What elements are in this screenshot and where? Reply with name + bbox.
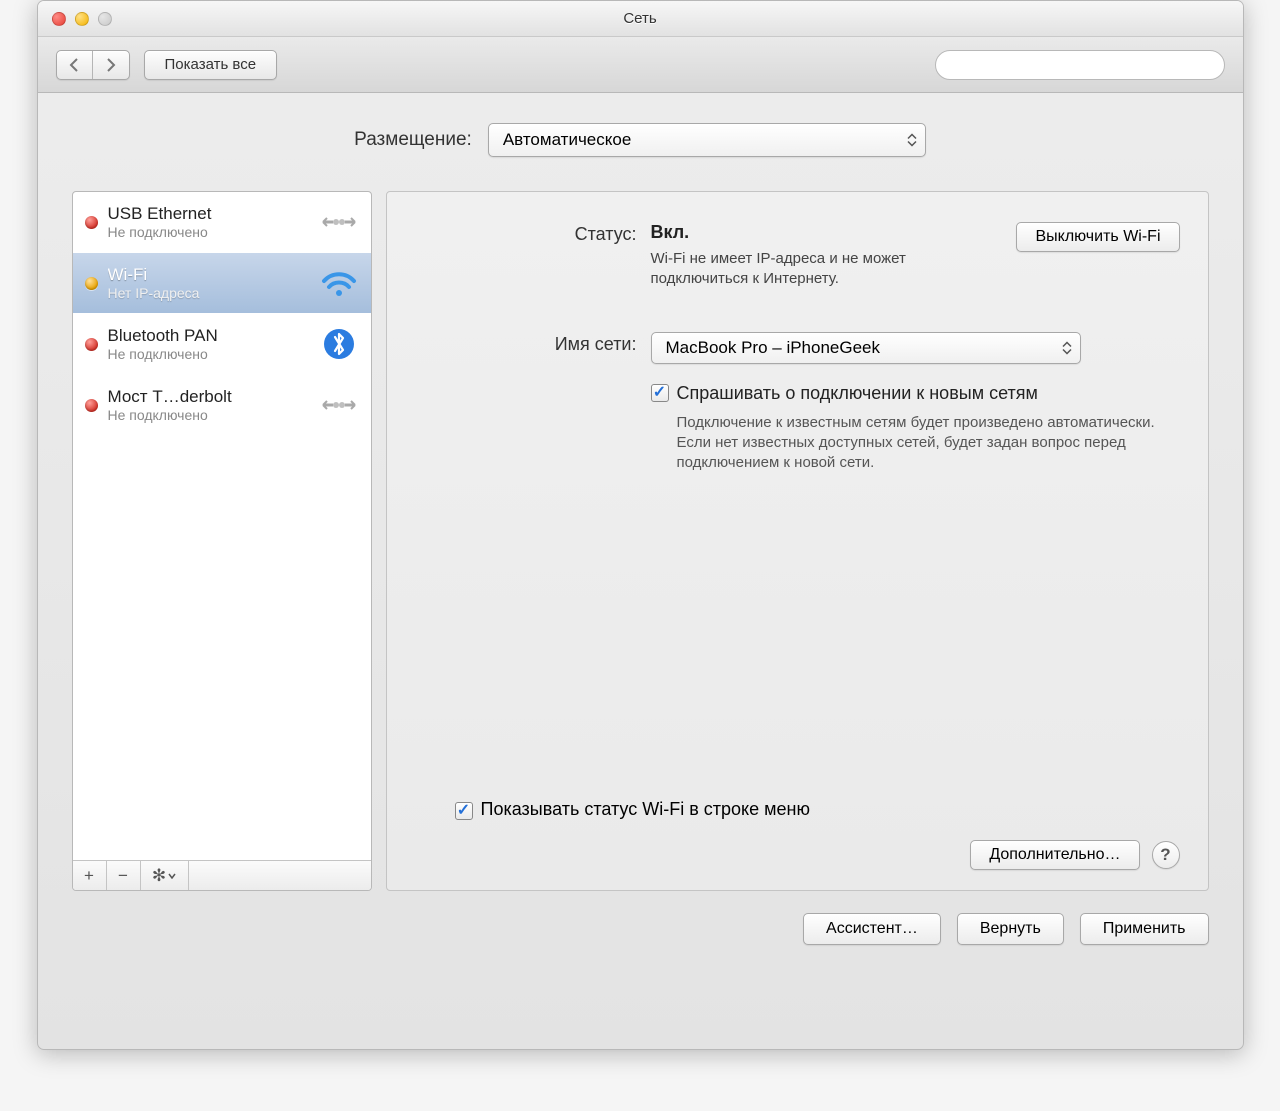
sidebar-footer: + − ✻ [73, 860, 371, 890]
nav-back-button[interactable] [57, 51, 93, 79]
service-status: Нет IP-адреса [108, 285, 309, 301]
service-status: Не подключено [108, 224, 309, 240]
service-text: Мост T…derbolt Не подключено [108, 387, 309, 423]
service-text: USB Ethernet Не подключено [108, 204, 309, 240]
service-item-thunderbolt-bridge[interactable]: Мост T…derbolt Не подключено [73, 375, 371, 436]
show-wifi-status-row: Показывать статус Wi-Fi в строке меню [455, 799, 1180, 820]
chevron-left-icon [68, 58, 80, 72]
bottom-button-row: Ассистент… Вернуть Применить [72, 891, 1209, 945]
location-label: Размещение: [354, 129, 472, 151]
show-wifi-status-checkbox[interactable] [455, 802, 473, 820]
services-sidebar: USB Ethernet Не подключено Wi-Fi Нет IP-… [72, 191, 372, 891]
status-dot-icon [85, 277, 98, 290]
search-wrap [935, 50, 1225, 80]
status-dot-icon [85, 399, 98, 412]
wifi-icon [319, 263, 359, 303]
popup-arrows-icon [907, 134, 917, 147]
service-name: Мост T…derbolt [108, 387, 309, 407]
status-value: Вкл. [651, 222, 999, 243]
content: Размещение: Автоматическое USB Ethernet … [38, 93, 1243, 965]
turn-off-wifi-button[interactable]: Выключить Wi-Fi [1016, 222, 1179, 252]
nav-forward-button[interactable] [93, 51, 129, 79]
apply-button[interactable]: Применить [1080, 913, 1209, 945]
service-name: Bluetooth PAN [108, 326, 309, 346]
network-name-selected: MacBook Pro – iPhoneGeek [666, 338, 881, 358]
status-dot-icon [85, 338, 98, 351]
status-description: Wi-Fi не имеет IP-адреса и не может подк… [651, 249, 999, 290]
status-label: Статус: [415, 222, 651, 290]
add-service-button[interactable]: + [73, 861, 107, 890]
network-name-popup[interactable]: MacBook Pro – iPhoneGeek [651, 332, 1081, 364]
ask-to-join-block: Спрашивать о подключении к новым сетям П… [651, 382, 1180, 474]
revert-button[interactable]: Вернуть [957, 913, 1064, 945]
service-item-usb-ethernet[interactable]: USB Ethernet Не подключено [73, 192, 371, 253]
remove-service-button[interactable]: − [107, 861, 141, 890]
gear-icon: ✻ [152, 866, 166, 886]
location-selected: Автоматическое [503, 130, 631, 150]
show-wifi-status-label: Показывать статус Wi-Fi в строке меню [481, 799, 810, 820]
advanced-button[interactable]: Дополнительно… [970, 840, 1139, 870]
network-name-row: Имя сети: MacBook Pro – iPhoneGeek [415, 332, 1180, 474]
nav-back-forward [56, 50, 130, 80]
service-actions-button[interactable]: ✻ [141, 861, 189, 890]
help-button[interactable]: ? [1152, 841, 1180, 869]
status-dot-icon [85, 216, 98, 229]
service-name: Wi-Fi [108, 265, 309, 285]
network-preferences-window: Сеть Показать все Размещение: Автоматиче… [37, 0, 1244, 1050]
service-text: Wi-Fi Нет IP-адреса [108, 265, 309, 301]
location-popup[interactable]: Автоматическое [488, 123, 926, 157]
ethernet-icon [319, 202, 359, 242]
detail-panel: Статус: Вкл. Wi-Fi не имеет IP-адреса и … [386, 191, 1209, 891]
toolbar: Показать все [38, 37, 1243, 93]
service-item-bluetooth[interactable]: Bluetooth PAN Не подключено [73, 314, 371, 375]
detail-footer: Дополнительно… ? [415, 840, 1180, 870]
ask-to-join-checkbox[interactable] [651, 384, 669, 402]
location-row: Размещение: Автоматическое [72, 123, 1209, 157]
status-row: Статус: Вкл. Wi-Fi не имеет IP-адреса и … [415, 222, 1180, 290]
chevron-down-icon [168, 873, 176, 879]
ask-to-join-label: Спрашивать о подключении к новым сетям [677, 382, 1180, 405]
assist-button[interactable]: Ассистент… [803, 913, 941, 945]
window-title: Сеть [38, 10, 1243, 27]
service-text: Bluetooth PAN Не подключено [108, 326, 309, 362]
service-status: Не подключено [108, 407, 309, 423]
titlebar: Сеть [38, 1, 1243, 37]
popup-arrows-icon [1062, 341, 1072, 354]
columns: USB Ethernet Не подключено Wi-Fi Нет IP-… [72, 191, 1209, 891]
status-text-block: Вкл. Wi-Fi не имеет IP-адреса и не может… [651, 222, 999, 290]
service-list: USB Ethernet Не подключено Wi-Fi Нет IP-… [73, 192, 371, 860]
chevron-right-icon [105, 58, 117, 72]
search-input[interactable] [935, 50, 1225, 80]
service-item-wifi[interactable]: Wi-Fi Нет IP-адреса [73, 253, 371, 314]
show-all-button[interactable]: Показать все [144, 50, 278, 80]
network-name-label: Имя сети: [415, 332, 651, 474]
service-status: Не подключено [108, 346, 309, 362]
ask-to-join-description: Подключение к известным сетям будет прои… [677, 413, 1180, 474]
bluetooth-icon [319, 324, 359, 364]
ethernet-icon [319, 385, 359, 425]
service-name: USB Ethernet [108, 204, 309, 224]
